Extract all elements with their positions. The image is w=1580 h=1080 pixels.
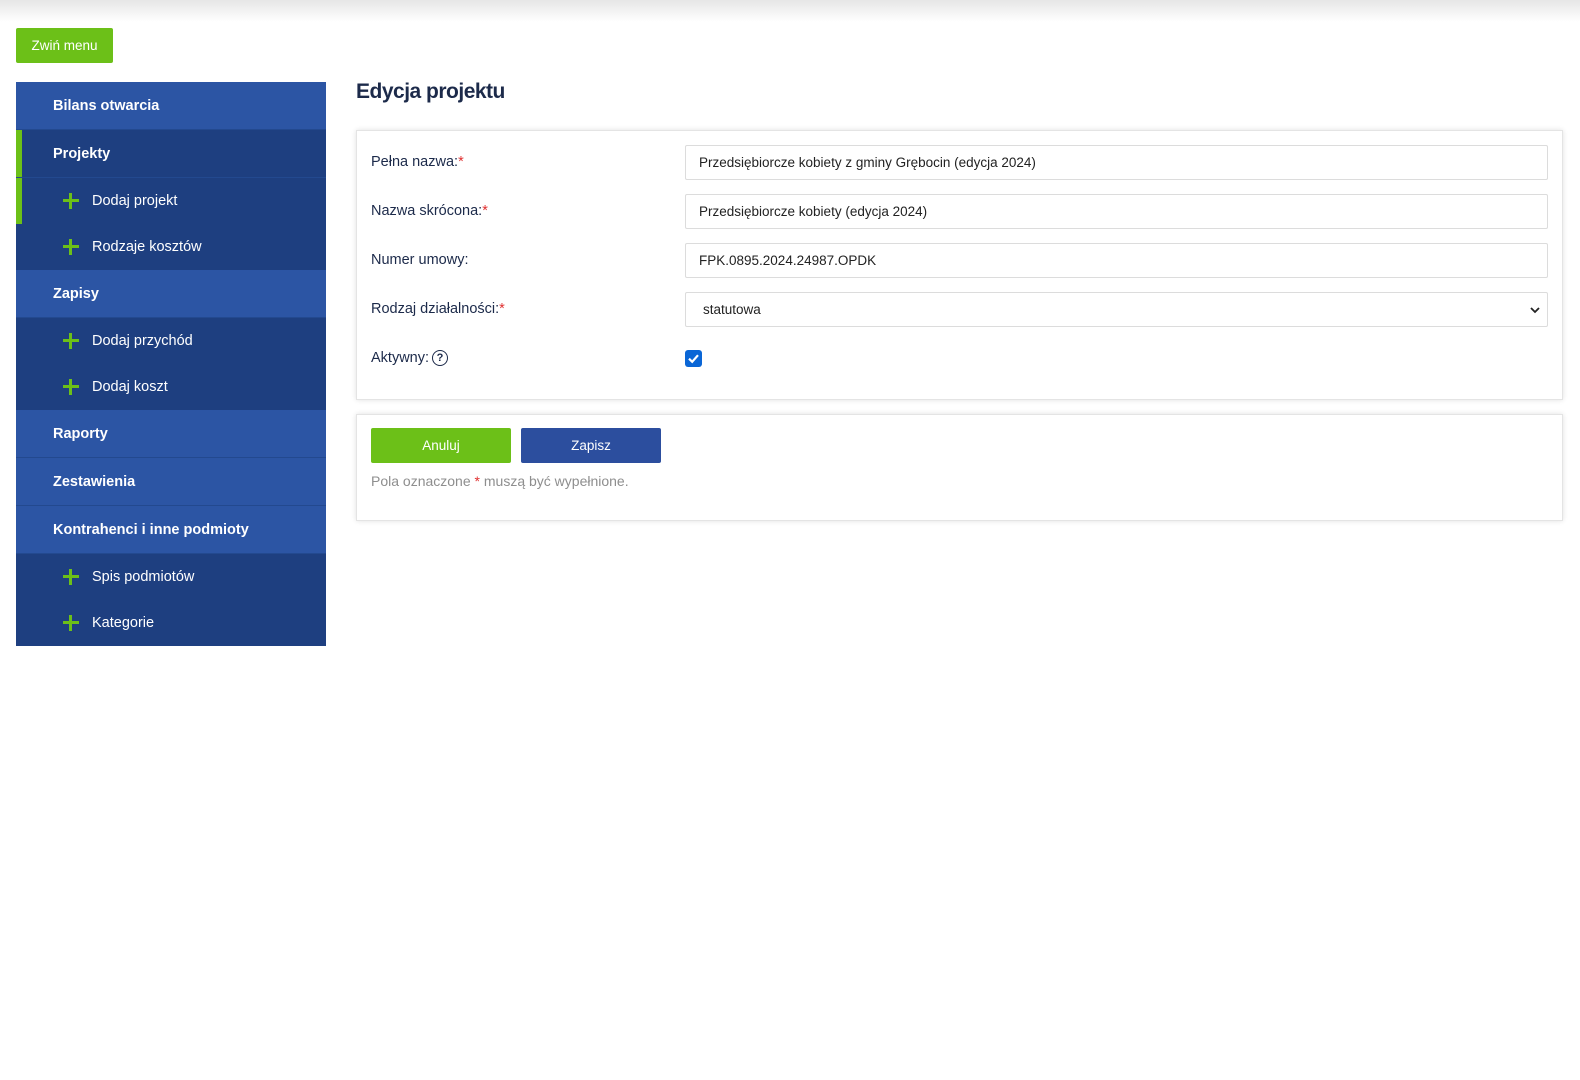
plus-icon [63, 379, 79, 395]
sidebar-item-raporty[interactable]: Raporty [16, 410, 326, 458]
sidebar-item-bilans-otwarcia[interactable]: Bilans otwarcia [16, 82, 326, 130]
sidebar-item-spis-podmiotow[interactable]: Spis podmiotów [16, 554, 326, 600]
form-row-short-name: Nazwa skrócona:* [371, 194, 1548, 230]
sidebar-item-label: Kontrahenci i inne podmioty [53, 521, 249, 538]
sidebar-item-dodaj-koszt[interactable]: Dodaj koszt [16, 364, 326, 410]
activity-type-select[interactable]: statutowa [685, 292, 1548, 327]
sidebar-item-label: Zestawienia [53, 473, 136, 490]
cancel-button[interactable]: Anuluj [371, 428, 511, 463]
sidebar-item-label: Rodzaje kosztów [92, 239, 202, 255]
required-fields-hint: Pola oznaczone * muszą być wypełnione. [371, 473, 629, 489]
project-form: Pełna nazwa:* Nazwa skrócona:* Numer umo… [356, 130, 1563, 400]
form-row-activity: Rodzaj działalności:* statutowa [371, 292, 1548, 328]
sidebar-item-kontrahenci[interactable]: Kontrahenci i inne podmioty [16, 506, 326, 554]
full-name-label: Pełna nazwa:* [371, 154, 464, 170]
checkmark-icon [688, 354, 699, 364]
sidebar-item-label: Bilans otwarcia [53, 97, 160, 114]
sidebar-item-dodaj-projekt[interactable]: Dodaj projekt [16, 178, 326, 224]
plus-icon [63, 569, 79, 585]
active-indicator [16, 178, 22, 224]
required-marker: * [474, 473, 480, 489]
form-row-contract: Numer umowy: [371, 243, 1548, 279]
active-label: Aktywny:? [371, 350, 449, 367]
plus-icon [63, 193, 79, 209]
sidebar-item-kategorie[interactable]: Kategorie [16, 600, 326, 646]
contract-number-label: Numer umowy: [371, 252, 469, 268]
required-marker: * [482, 203, 488, 219]
activity-type-label: Rodzaj działalności:* [371, 301, 505, 317]
chevron-down-icon [1530, 307, 1540, 314]
active-indicator [16, 130, 22, 177]
sidebar-item-label: Kategorie [92, 615, 155, 631]
sidebar-item-zestawienia[interactable]: Zestawienia [16, 458, 326, 506]
plus-icon [63, 615, 79, 631]
form-row-active: Aktywny:? [371, 341, 1548, 377]
activity-type-value: statutowa [703, 302, 761, 317]
sidebar-item-label: Projekty [53, 145, 111, 162]
page-title: Edycja projektu [356, 80, 505, 103]
form-actions: Anuluj Zapisz Pola oznaczone * muszą być… [356, 414, 1563, 521]
sidebar-item-label: Dodaj przychód [92, 333, 193, 349]
required-marker: * [458, 154, 464, 170]
collapse-menu-button[interactable]: Zwiń menu [16, 28, 113, 63]
sidebar-item-zapisy[interactable]: Zapisy [16, 270, 326, 318]
sidebar-item-label: Dodaj koszt [92, 379, 168, 395]
sidebar-item-dodaj-przychod[interactable]: Dodaj przychód [16, 318, 326, 364]
sidebar-item-rodzaje-kosztow[interactable]: Rodzaje kosztów [16, 224, 326, 270]
sidebar-item-label: Raporty [53, 425, 108, 442]
full-name-field[interactable] [685, 145, 1548, 180]
short-name-field[interactable] [685, 194, 1548, 229]
save-button[interactable]: Zapisz [521, 428, 661, 463]
plus-icon [63, 333, 79, 349]
active-checkbox[interactable] [685, 350, 702, 367]
plus-icon [63, 239, 79, 255]
sidebar-item-label: Zapisy [53, 285, 99, 302]
sidebar-item-projekty[interactable]: Projekty [16, 130, 326, 178]
required-marker: * [499, 301, 505, 317]
form-row-full-name: Pełna nazwa:* [371, 145, 1548, 181]
short-name-label: Nazwa skrócona:* [371, 203, 488, 219]
sidebar-item-label: Spis podmiotów [92, 569, 195, 585]
sidebar: Bilans otwarcia Projekty Dodaj projekt R… [16, 82, 326, 646]
help-icon[interactable]: ? [432, 350, 449, 367]
top-shadow [0, 0, 1580, 22]
sidebar-item-label: Dodaj projekt [92, 193, 178, 209]
contract-number-field[interactable] [685, 243, 1548, 278]
